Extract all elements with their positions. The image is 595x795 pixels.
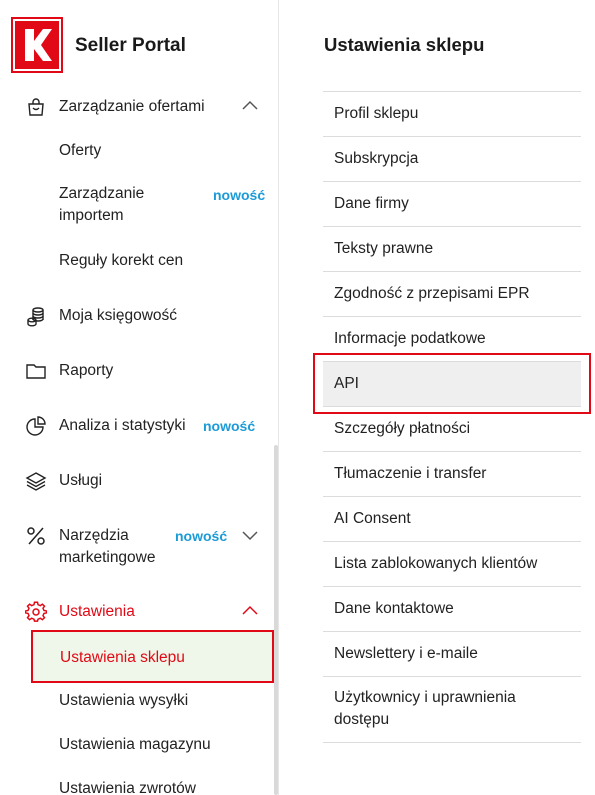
sidebar-subitem-import-management[interactable]: Zarządzanie importem nowość bbox=[0, 183, 279, 229]
sidebar-item-settings[interactable]: Ustawienia bbox=[0, 601, 279, 625]
sidebar-item-reports[interactable]: Raporty bbox=[0, 360, 279, 384]
sidebar-item-label: Zarządzanie bbox=[59, 185, 145, 202]
sidebar-item-analytics[interactable]: Analiza i statystyki nowość bbox=[0, 415, 279, 439]
sidebar-item-label: Moja księgowość bbox=[59, 307, 178, 324]
folder-icon bbox=[25, 360, 47, 382]
sidebar-item-accounting[interactable]: Moja księgowość bbox=[0, 305, 279, 329]
gear-icon bbox=[25, 601, 47, 623]
new-badge: nowość bbox=[213, 187, 266, 203]
sidebar-item-services[interactable]: Usługi bbox=[0, 470, 279, 494]
brand-name: Seller Portal bbox=[75, 35, 186, 56]
sidebar-item-label: Analiza i statystyki bbox=[59, 417, 186, 434]
sidebar: Seller Portal Zarządzanie ofertami Ofert… bbox=[0, 0, 279, 795]
page-title: Ustawienia sklepu bbox=[324, 34, 485, 55]
new-badge: nowość bbox=[175, 528, 228, 544]
menu-item-translation-transfer[interactable]: Tłumaczenie i transfer bbox=[323, 451, 581, 496]
menu-item-company-data[interactable]: Dane firmy bbox=[323, 181, 581, 226]
sidebar-item-marketing-tools[interactable]: Narzędzia marketingowe nowość bbox=[0, 525, 279, 571]
sidebar-subitem-warehouse-settings[interactable]: Ustawienia magazynu bbox=[59, 734, 211, 756]
sidebar-scrollbar[interactable] bbox=[274, 445, 278, 795]
percent-icon bbox=[25, 525, 47, 547]
menu-item-subscription[interactable]: Subskrypcja bbox=[323, 136, 581, 181]
chevron-down-icon[interactable] bbox=[240, 525, 260, 545]
sidebar-subitem-shipping-settings[interactable]: Ustawienia wysyłki bbox=[59, 690, 188, 712]
menu-item-contact-data[interactable]: Dane kontaktowe bbox=[323, 586, 581, 631]
menu-item-epr-compliance[interactable]: Zgodność z przepisami EPR bbox=[323, 271, 581, 316]
pie-chart-icon bbox=[25, 415, 47, 437]
kaufland-logo[interactable] bbox=[11, 17, 63, 73]
sidebar-item-label-line2: marketingowe bbox=[59, 549, 156, 566]
brand[interactable]: Seller Portal bbox=[11, 17, 186, 73]
sidebar-item-label: Narzędzia bbox=[59, 527, 129, 544]
sidebar-item-label: Ustawienia sklepu bbox=[60, 649, 185, 666]
coins-icon bbox=[25, 305, 47, 327]
menu-item-users-permissions[interactable]: Użytkownicy i uprawnienia dostępu bbox=[323, 676, 581, 743]
sidebar-subitem-returns-settings[interactable]: Ustawienia zwrotów bbox=[59, 778, 196, 795]
sidebar-item-offer-management[interactable]: Zarządzanie ofertami bbox=[0, 96, 279, 120]
sidebar-subitem-price-rules[interactable]: Reguły korekt cen bbox=[59, 250, 183, 272]
shopping-bag-icon bbox=[25, 96, 47, 118]
sidebar-subitem-shop-settings[interactable]: Ustawienia sklepu bbox=[31, 630, 274, 683]
api-highlight bbox=[313, 353, 591, 414]
menu-item-ai-consent[interactable]: AI Consent bbox=[323, 496, 581, 541]
new-badge: nowość bbox=[203, 418, 256, 434]
menu-item-newsletters-emails[interactable]: Newslettery i e-maile bbox=[323, 631, 581, 676]
settings-menu: Profil sklepu Subskrypcja Dane firmy Tek… bbox=[323, 91, 581, 743]
chevron-up-icon[interactable] bbox=[240, 96, 260, 116]
menu-item-blocked-customers[interactable]: Lista zablokowanych klientów bbox=[323, 541, 581, 586]
chevron-up-icon[interactable] bbox=[240, 601, 260, 621]
menu-item-shop-profile[interactable]: Profil sklepu bbox=[323, 91, 581, 136]
sidebar-item-label: Usługi bbox=[59, 472, 103, 489]
layers-icon bbox=[25, 470, 47, 492]
sidebar-item-label-line2: importem bbox=[59, 207, 124, 224]
sidebar-item-label: Ustawienia bbox=[59, 603, 135, 620]
sidebar-item-label: Zarządzanie ofertami bbox=[59, 98, 205, 115]
sidebar-subitem-offers[interactable]: Oferty bbox=[59, 140, 101, 162]
sidebar-item-label: Raporty bbox=[59, 362, 114, 379]
menu-item-legal-texts[interactable]: Teksty prawne bbox=[323, 226, 581, 271]
